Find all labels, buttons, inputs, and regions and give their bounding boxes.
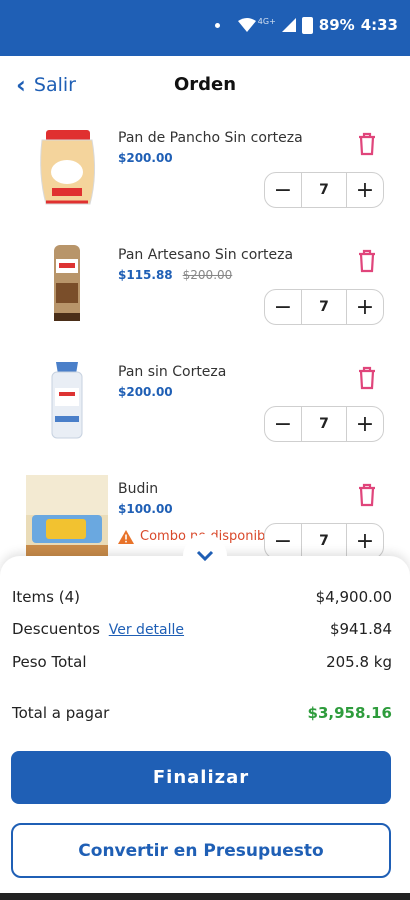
price-row: $200.00 bbox=[118, 151, 173, 165]
decrement-button[interactable]: − bbox=[265, 407, 301, 441]
total-row: Total a pagar $3,958.16 bbox=[12, 704, 392, 722]
status-icons: 4G+ 89% 4:33 bbox=[214, 16, 398, 34]
navigation-bar bbox=[0, 893, 410, 900]
price-row: $100.00 bbox=[118, 502, 173, 516]
product-price: $115.88 bbox=[118, 268, 173, 282]
app-header: ‹ Salir Orden bbox=[0, 56, 410, 116]
trash-icon[interactable] bbox=[356, 249, 378, 273]
decrement-button[interactable]: − bbox=[265, 524, 301, 556]
product-name: Pan sin Corteza bbox=[118, 364, 227, 380]
product-price: $100.00 bbox=[118, 502, 173, 516]
order-items-list[interactable]: Pan de Pancho Sin corteza $200.00 − 7 + … bbox=[0, 116, 410, 556]
product-name: Pan Artesano Sin corteza bbox=[118, 247, 294, 263]
product-name: Budin bbox=[118, 481, 159, 497]
product-price: $200.00 bbox=[118, 151, 173, 165]
product-image bbox=[26, 475, 108, 556]
view-detail-link[interactable]: Ver detalle bbox=[109, 622, 184, 638]
weight-label: Peso Total bbox=[12, 653, 87, 671]
price-row: $115.88 $200.00 bbox=[118, 268, 232, 282]
quantity-stepper: − 7 + bbox=[264, 406, 384, 442]
increment-button[interactable]: + bbox=[347, 173, 383, 207]
price-row: $200.00 bbox=[118, 385, 173, 399]
items-label: Items (4) bbox=[12, 588, 80, 606]
notification-dot-icon bbox=[214, 22, 220, 28]
product-image bbox=[40, 130, 96, 205]
page-title: Orden bbox=[173, 74, 237, 95]
product-price: $200.00 bbox=[118, 385, 173, 399]
increment-button[interactable]: + bbox=[347, 524, 383, 556]
discounts-value: $941.84 bbox=[329, 620, 392, 638]
items-value: $4,900.00 bbox=[315, 588, 392, 606]
quantity-value[interactable]: 7 bbox=[301, 290, 347, 324]
quantity-value[interactable]: 7 bbox=[301, 173, 347, 207]
collapse-summary-button[interactable] bbox=[183, 534, 227, 578]
wifi-icon bbox=[237, 18, 256, 32]
discounts-label: Descuentos bbox=[12, 620, 100, 638]
order-summary-panel: Items (4) $4,900.00 Descuentos Ver detal… bbox=[0, 534, 410, 900]
battery-icon bbox=[301, 16, 313, 34]
discounts-row: Descuentos Ver detalle $941.84 bbox=[12, 620, 392, 638]
warning-icon bbox=[118, 529, 134, 544]
trash-icon[interactable] bbox=[356, 483, 378, 507]
chevron-down-icon bbox=[196, 550, 214, 562]
increment-button[interactable]: + bbox=[347, 290, 383, 324]
quantity-stepper: − 7 + bbox=[264, 172, 384, 208]
network-type: 4G+ bbox=[257, 16, 276, 26]
order-item: Pan sin Corteza $200.00 − 7 + bbox=[0, 350, 410, 466]
order-item: Pan Artesano Sin corteza $115.88 $200.00… bbox=[0, 233, 410, 349]
trash-icon[interactable] bbox=[356, 366, 378, 390]
trash-icon[interactable] bbox=[356, 132, 378, 156]
decrement-button[interactable]: − bbox=[265, 173, 301, 207]
quantity-value[interactable]: 7 bbox=[301, 407, 347, 441]
product-image bbox=[54, 245, 80, 321]
total-value: $3,958.16 bbox=[307, 704, 392, 722]
product-image bbox=[51, 362, 83, 439]
quantity-value[interactable]: 7 bbox=[301, 524, 347, 556]
quantity-stepper: − 7 + bbox=[264, 289, 384, 325]
order-item: Pan de Pancho Sin corteza $200.00 − 7 + bbox=[0, 116, 410, 232]
original-price: $200.00 bbox=[182, 268, 233, 282]
product-name: Pan de Pancho Sin corteza bbox=[118, 130, 303, 146]
total-label: Total a pagar bbox=[12, 704, 110, 722]
decrement-button[interactable]: − bbox=[265, 290, 301, 324]
increment-button[interactable]: + bbox=[347, 407, 383, 441]
quantity-stepper: − 7 + bbox=[264, 523, 384, 556]
clock: 4:33 bbox=[360, 16, 398, 34]
finalize-button[interactable]: Finalizar bbox=[11, 751, 391, 804]
status-bar: 4G+ 89% 4:33 bbox=[0, 0, 410, 56]
signal-icon bbox=[281, 18, 296, 32]
battery-level: 89% bbox=[318, 16, 355, 34]
weight-value: 205.8 kg bbox=[326, 653, 392, 671]
items-row: Items (4) $4,900.00 bbox=[12, 588, 392, 606]
convert-to-quote-button[interactable]: Convertir en Presupuesto bbox=[11, 823, 391, 878]
weight-row: Peso Total 205.8 kg bbox=[12, 653, 392, 671]
